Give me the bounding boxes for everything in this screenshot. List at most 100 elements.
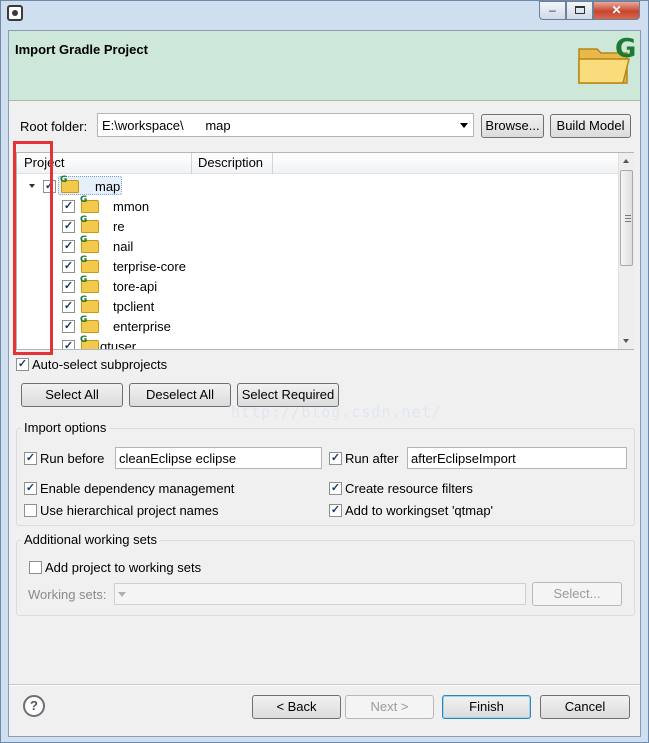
tree-node[interactable]: ✓ G enterprise xyxy=(17,315,617,336)
scrollbar-thumb[interactable] xyxy=(620,170,633,266)
dependency-management-checkbox[interactable]: ✓ xyxy=(24,482,37,495)
column-description[interactable]: Description xyxy=(198,155,263,170)
gradle-folder-icon: G xyxy=(80,275,99,293)
add-workingset-label[interactable]: Add to workingset 'qtmap' xyxy=(345,503,493,518)
run-after-label[interactable]: Run after xyxy=(345,451,398,466)
close-button[interactable]: ✕ xyxy=(593,1,640,20)
tree-node-checkbox[interactable]: ✓ xyxy=(62,340,75,349)
dependency-management-label[interactable]: Enable dependency management xyxy=(40,481,234,496)
cancel-button[interactable]: Cancel xyxy=(540,695,630,719)
run-before-label[interactable]: Run before xyxy=(40,451,104,466)
working-sets-combo[interactable] xyxy=(114,583,526,605)
tree-node-label: enterprise xyxy=(113,319,171,334)
scroll-up-icon[interactable] xyxy=(623,159,629,163)
tree-node[interactable]: ✓ G qtuser xyxy=(17,335,617,349)
logo-letter: G xyxy=(615,34,636,64)
run-before-checkbox[interactable]: ✓ xyxy=(24,452,37,465)
import-options-title: Import options xyxy=(21,420,110,435)
chevron-down-icon xyxy=(118,592,126,597)
maximize-icon xyxy=(574,6,585,14)
gradle-folder-icon: G xyxy=(80,335,99,349)
tree-node-checkbox[interactable]: ✓ xyxy=(62,260,75,273)
import-gradle-window: – ✕ Import Gradle Project G Root folder:… xyxy=(0,0,649,743)
tree-node-label: tore-api xyxy=(113,279,158,294)
tree-node-checkbox[interactable]: ✓ xyxy=(62,320,75,333)
gradle-folder-icon: G xyxy=(80,215,99,233)
app-icon xyxy=(7,5,23,21)
select-required-button[interactable]: Select Required xyxy=(237,383,339,407)
tree-node-checkbox[interactable]: ✓ xyxy=(62,200,75,213)
scroll-down-icon[interactable] xyxy=(623,339,629,343)
tree-node-root[interactable]: ✓ G map xyxy=(17,175,617,196)
add-working-sets-label[interactable]: Add project to working sets xyxy=(45,560,201,575)
chevron-down-icon xyxy=(460,123,468,128)
gradle-folder-icon: G xyxy=(60,175,79,193)
working-sets-label: Working sets: xyxy=(28,587,107,602)
tree-header: Project Description xyxy=(17,153,618,174)
close-icon: ✕ xyxy=(611,3,622,17)
auto-select-checkbox[interactable]: ✓ xyxy=(16,358,29,371)
resource-filters-checkbox[interactable]: ✓ xyxy=(329,482,342,495)
gradle-folder-icon: G xyxy=(80,195,99,213)
tree-scrollbar[interactable] xyxy=(618,153,634,349)
run-after-field[interactable]: afterEclipseImport xyxy=(407,447,627,469)
grip-line xyxy=(625,215,631,216)
gradle-folder-icon: G xyxy=(80,255,99,273)
column-separator[interactable] xyxy=(272,153,273,174)
tree-body: ✓ G map ✓ G mmon ✓ G re ✓ G nail ✓ G ter… xyxy=(17,175,618,349)
run-after-value: afterEclipseImport xyxy=(411,451,516,466)
grip-line xyxy=(625,218,631,219)
hierarchical-names-label[interactable]: Use hierarchical project names xyxy=(40,503,218,518)
tree-node-label: mmon xyxy=(113,199,150,214)
tree-node-label: terprise-core xyxy=(113,259,186,274)
add-workingset-checkbox[interactable]: ✓ xyxy=(329,504,342,517)
tree-node[interactable]: ✓ G tpclient xyxy=(17,295,617,316)
select-all-button[interactable]: Select All xyxy=(21,383,123,407)
working-sets-title: Additional working sets xyxy=(21,532,160,547)
minimize-icon: – xyxy=(549,3,556,17)
page-title: Import Gradle Project xyxy=(15,42,148,57)
select-working-sets-button[interactable]: Select... xyxy=(532,582,622,606)
resource-filters-label[interactable]: Create resource filters xyxy=(345,481,473,496)
tree-node-checkbox[interactable]: ✓ xyxy=(62,280,75,293)
wizard-banner: Import Gradle Project G xyxy=(9,31,640,101)
dialog-client: Import Gradle Project G Root folder: E:\… xyxy=(8,30,641,737)
tree-node-checkbox[interactable]: ✓ xyxy=(62,240,75,253)
gradle-folder-icon: G xyxy=(80,295,99,313)
help-icon[interactable]: ? xyxy=(23,695,45,717)
tree-node-checkbox[interactable]: ✓ xyxy=(62,220,75,233)
tree-node[interactable]: ✓ G re xyxy=(17,215,617,236)
run-before-field[interactable]: cleanEclipse eclipse xyxy=(115,447,322,469)
auto-select-label[interactable]: Auto-select subprojects xyxy=(32,357,167,372)
project-tree[interactable]: Project Description ✓ G map ✓ G mmon ✓ G… xyxy=(16,152,634,350)
gradle-folder-icon: G xyxy=(80,235,99,253)
tree-node-label: map xyxy=(95,179,121,194)
minimize-button[interactable]: – xyxy=(539,1,566,20)
tree-node-checkbox[interactable]: ✓ xyxy=(62,300,75,313)
tree-node[interactable]: ✓ G terprise-core xyxy=(17,255,617,276)
annotation-highlight-box xyxy=(13,141,53,355)
hierarchical-names-checkbox[interactable] xyxy=(24,504,37,517)
root-folder-label: Root folder: xyxy=(20,119,88,134)
back-button[interactable]: < Back xyxy=(252,695,341,719)
gradle-folder-icon: G xyxy=(80,315,99,333)
column-separator[interactable] xyxy=(191,153,192,174)
gradle-folder-logo-icon: G xyxy=(578,34,636,84)
root-folder-combo[interactable]: E:\workspace\ map xyxy=(97,113,474,137)
tree-node[interactable]: ✓ G mmon xyxy=(17,195,617,216)
build-model-button[interactable]: Build Model xyxy=(550,114,631,138)
tree-node[interactable]: ✓ G tore-api xyxy=(17,275,617,296)
tree-node-label: qtuser xyxy=(100,339,137,349)
tree-node-label: nail xyxy=(113,239,134,254)
finish-button[interactable]: Finish xyxy=(442,695,531,719)
run-before-value: cleanEclipse eclipse xyxy=(119,451,237,466)
maximize-button[interactable] xyxy=(566,1,593,20)
add-working-sets-checkbox[interactable] xyxy=(29,561,42,574)
deselect-all-button[interactable]: Deselect All xyxy=(129,383,231,407)
browse-button[interactable]: Browse... xyxy=(481,114,544,138)
run-after-checkbox[interactable]: ✓ xyxy=(329,452,342,465)
root-folder-value: E:\workspace\ map xyxy=(102,118,231,133)
next-button[interactable]: Next > xyxy=(345,695,434,719)
footer-separator xyxy=(9,684,640,686)
tree-node[interactable]: ✓ G nail xyxy=(17,235,617,256)
